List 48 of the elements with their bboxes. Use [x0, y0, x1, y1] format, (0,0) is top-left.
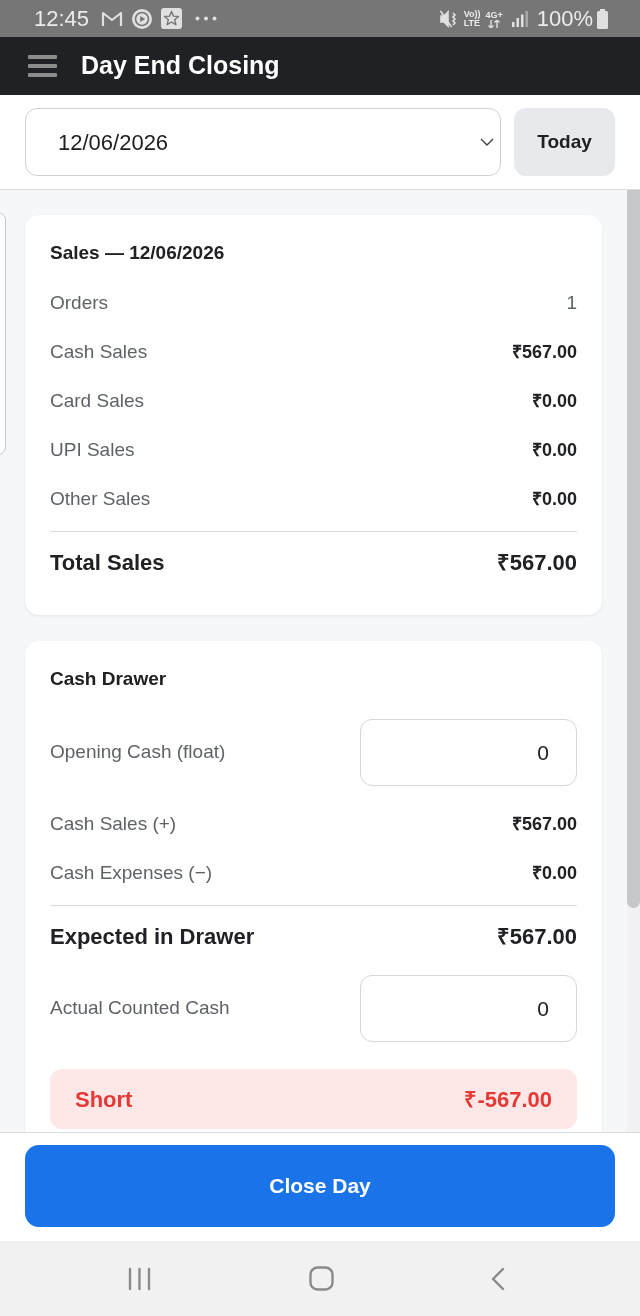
variance-label: Short	[75, 1085, 133, 1114]
scrollbar-thumb[interactable]	[627, 190, 640, 908]
row-value: ₹567.00	[511, 341, 577, 364]
row-label: Cash Expenses (−)	[50, 861, 213, 886]
total-label: Expected in Drawer	[50, 923, 255, 951]
card-title: Cash Drawer	[50, 667, 168, 691]
row-label: Other Sales	[50, 487, 151, 512]
mute-vibrate-icon	[439, 9, 458, 28]
card-title: Sales — 12/06/2026	[50, 241, 226, 265]
mail-icon	[101, 10, 124, 27]
row-label: UPI Sales	[50, 438, 135, 463]
row-label: Card Sales	[50, 389, 144, 414]
home-icon[interactable]	[308, 1266, 334, 1291]
row-value: ₹0.00	[531, 488, 577, 511]
volte-indicator: Vo)) LTE	[463, 9, 481, 28]
total-value: ₹567.00	[496, 549, 577, 577]
row-label: Orders	[50, 291, 109, 316]
row-value: ₹567.00	[511, 813, 577, 836]
row-value: ₹0.00	[531, 439, 577, 462]
total-value: ₹567.00	[496, 923, 577, 951]
total-label: Total Sales	[50, 549, 165, 577]
row-label: Cash Sales	[50, 340, 148, 365]
row-value: ₹0.00	[531, 862, 577, 885]
back-icon[interactable]	[491, 1266, 505, 1291]
signal-bars-icon	[511, 10, 528, 27]
star-badge-icon	[161, 8, 183, 29]
menu-icon[interactable]	[28, 54, 57, 78]
cash-input[interactable]: 0	[360, 719, 577, 786]
row-value: ₹0.00	[531, 390, 577, 413]
date-select[interactable]: 12/06/2026	[25, 108, 501, 176]
row-label: Actual Counted Cash	[50, 996, 230, 1021]
status-time: 12:45	[34, 5, 90, 33]
variance-amount: ₹-567.00	[464, 1085, 552, 1114]
play-circle-icon	[132, 8, 153, 29]
today-button[interactable]: Today	[514, 108, 615, 176]
battery-icon	[597, 8, 608, 29]
row-label: Opening Cash (float)	[50, 740, 226, 765]
cash-input[interactable]: 0	[360, 975, 577, 1042]
app-title: Day End Closing	[81, 50, 280, 82]
row-value: 1	[566, 291, 577, 316]
data-arrows-icon	[488, 19, 501, 28]
row-label: Cash Sales (+)	[50, 812, 177, 837]
more-dots-icon	[195, 16, 218, 21]
battery-percent: 100%	[536, 5, 593, 33]
chevron-down-icon	[480, 138, 494, 146]
network-type: 4G+	[485, 9, 503, 20]
close-day-button[interactable]: Close Day	[25, 1145, 615, 1227]
recent-apps-icon[interactable]	[128, 1266, 151, 1291]
